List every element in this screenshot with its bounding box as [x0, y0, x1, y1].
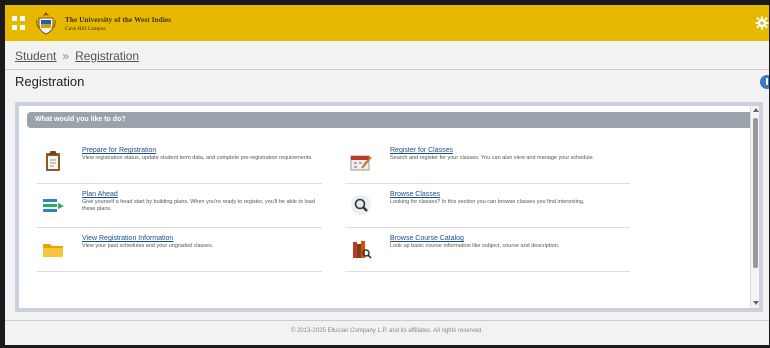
browse-course-catalog-link[interactable]: Browse Course Catalog: [390, 235, 464, 242]
university-name: The University of the West Indies Cave H…: [65, 16, 171, 33]
browse-course-catalog-description: Look up basic course information like su…: [390, 243, 560, 249]
header-divider: [5, 69, 769, 70]
plan-list-icon: [43, 199, 64, 212]
magnifier-icon: [351, 195, 371, 215]
list-item-browse-classes: Browse Classes Looking for classes? In t…: [345, 186, 630, 228]
list-item-view-registration-information: View Registration Information View your …: [37, 230, 322, 272]
scrollbar-thumb[interactable]: [753, 118, 758, 268]
university-crest-logo: [36, 12, 56, 35]
page-title: Registration: [15, 74, 85, 89]
browse-classes-link[interactable]: Browse Classes: [390, 191, 440, 198]
footer-copyright: © 2013-2025 Ellucian Company L.P. and it…: [291, 328, 483, 334]
prepare-for-registration-description: View registration status, update student…: [82, 155, 313, 161]
list-item-plan-ahead: Plan Ahead Give yourself a head start by…: [37, 186, 322, 228]
list-item-prepare-for-registration: Prepare for Registration View registrati…: [37, 142, 322, 184]
university-name-line1: The University of the West Indies: [65, 16, 172, 24]
plan-ahead-link[interactable]: Plan Ahead: [82, 191, 118, 198]
books-icon: [353, 241, 372, 259]
browse-classes-description: Looking for classes? In this section you…: [390, 199, 585, 205]
university-name-line2: Cave Hill Campus: [65, 26, 106, 32]
clipboard-icon: [46, 151, 60, 171]
prepare-for-registration-link[interactable]: Prepare for Registration: [82, 147, 156, 154]
top-header-bar: The University of the West Indies Cave H…: [5, 5, 769, 41]
register-for-classes-link[interactable]: Register for Classes: [390, 147, 453, 154]
registration-panel-body: What would you like to do? Prepare for R…: [19, 106, 759, 308]
list-item-register-for-classes: Register for Classes Search and register…: [345, 142, 630, 184]
view-registration-information-link[interactable]: View Registration Information: [82, 235, 173, 242]
scroll-down-arrow-icon[interactable]: [753, 301, 759, 305]
view-registration-information-description: View your past schedules and your ungrad…: [82, 243, 214, 249]
app-frame: The University of the West Indies Cave H…: [5, 5, 769, 345]
breadcrumb-separator: »: [62, 49, 70, 63]
app-menu-grid-icon[interactable]: [12, 16, 26, 30]
settings-gear-icon[interactable]: [755, 16, 769, 30]
vertical-scrollbar[interactable]: [750, 106, 759, 308]
panel-header: What would you like to do?: [27, 112, 755, 128]
register-for-classes-description: Search and register for your classes. Yo…: [390, 155, 595, 161]
breadcrumb-student-link[interactable]: Student: [15, 49, 56, 63]
registration-panel: What would you like to do? Prepare for R…: [15, 102, 763, 312]
folder-icon: [43, 244, 63, 257]
breadcrumb-registration-link[interactable]: Registration: [75, 49, 139, 63]
calendar-edit-icon: [350, 155, 372, 171]
plan-ahead-description: Give yourself a head start by building p…: [82, 199, 315, 212]
scroll-up-arrow-icon[interactable]: [753, 108, 759, 112]
footer-divider: [5, 320, 769, 321]
list-item-browse-course-catalog: Browse Course Catalog Look up basic cour…: [345, 230, 630, 272]
breadcrumb: Student » Registration: [15, 49, 139, 63]
help-info-icon[interactable]: [760, 75, 769, 89]
